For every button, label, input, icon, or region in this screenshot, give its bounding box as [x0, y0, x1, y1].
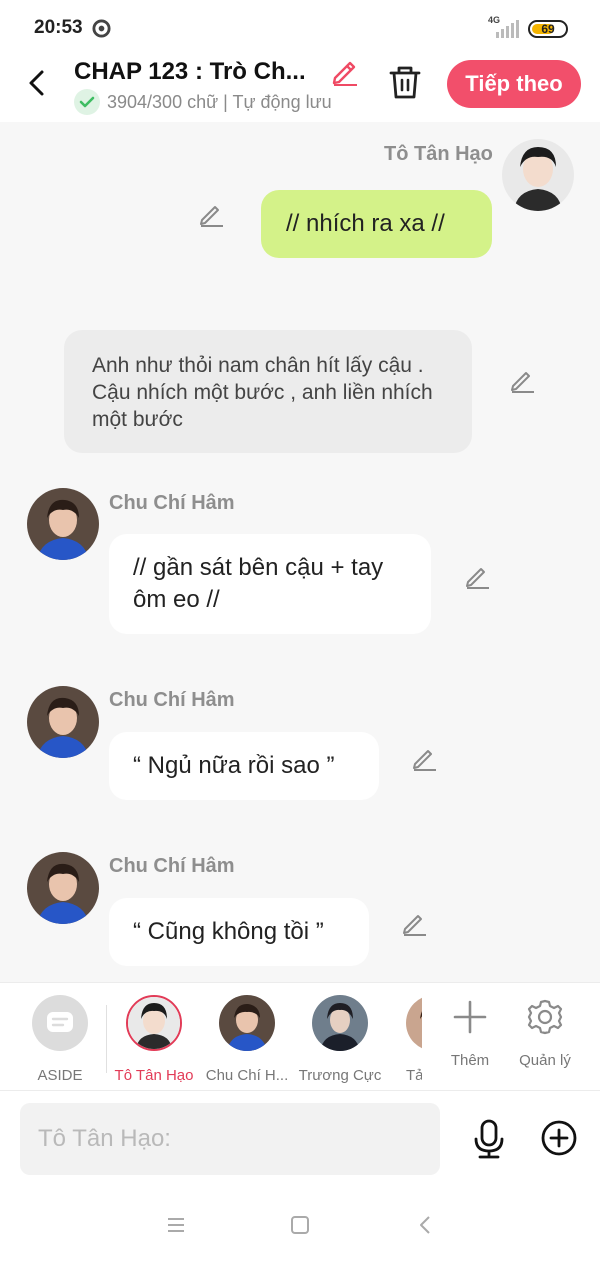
- next-button[interactable]: Tiếp theo: [447, 60, 581, 108]
- avatar: [126, 995, 182, 1051]
- word-count: 3904/300 chữ | Tự động lưu: [107, 92, 332, 112]
- speaker-name: Tô Tân Hạo: [384, 143, 493, 165]
- avatar[interactable]: [27, 852, 99, 924]
- divider: [106, 1005, 107, 1073]
- message-input[interactable]: [20, 1103, 440, 1175]
- character-label: ASIDE: [37, 1067, 83, 1084]
- character-aside[interactable]: ASIDE: [15, 995, 105, 1084]
- chapter-title[interactable]: CHAP 123 : Trò Ch...: [74, 58, 322, 86]
- battery-icon: 69: [528, 20, 568, 38]
- status-time: 20:53: [34, 17, 83, 38]
- speaker-name: Chu Chí Hâm: [109, 689, 235, 711]
- avatar[interactable]: [27, 488, 99, 560]
- gear-icon: [527, 999, 563, 1035]
- saved-check-icon: [74, 89, 100, 115]
- add-label: Thêm: [450, 1052, 490, 1069]
- chat-area[interactable]: Tô Tân Hạo // nhích ra xa // Anh như thỏ…: [0, 122, 600, 982]
- microphone-icon[interactable]: [470, 1119, 508, 1159]
- character-chu-chi-ham[interactable]: Chu Chí H...: [202, 995, 292, 1084]
- message-bubble[interactable]: // gần sát bên cậu + tay ôm eo //: [109, 534, 431, 634]
- edit-title-icon[interactable]: [330, 56, 360, 86]
- manage-label: Quản lý: [519, 1052, 571, 1069]
- battery-level: 69: [541, 22, 555, 36]
- avatar: [406, 995, 422, 1051]
- edit-message-icon[interactable]: [400, 909, 428, 937]
- status-bar: 20:53 4G 69: [0, 0, 600, 56]
- system-nav-bar: [0, 1188, 600, 1267]
- speaker-name: Chu Chí Hâm: [109, 855, 235, 877]
- aside-bubble[interactable]: Anh như thỏi nam chân hít lấy cậu . Cậu …: [64, 330, 472, 453]
- notification-icon: [92, 19, 111, 38]
- edit-message-icon[interactable]: [197, 200, 225, 228]
- avatar[interactable]: [27, 686, 99, 758]
- back-arrow-icon[interactable]: [26, 68, 48, 98]
- trash-icon[interactable]: [388, 64, 422, 100]
- character-bar: ASIDE Tô Tân Hạo Chu Chí H... Trương Cực…: [0, 982, 600, 1090]
- message-bubble[interactable]: “ Cũng không tồi ”: [109, 898, 369, 966]
- character-label: Tô Tân Hạo: [114, 1067, 194, 1084]
- signal-icon: [496, 20, 519, 38]
- character-label: Chu Chí H...: [205, 1067, 289, 1084]
- chat-bubble-icon: [32, 995, 88, 1051]
- editor-header: CHAP 123 : Trò Ch... 3904/300 chữ | Tự đ…: [0, 56, 600, 122]
- character-label: Tả: [406, 1067, 422, 1084]
- nav-back-icon[interactable]: [415, 1214, 437, 1236]
- avatar: [312, 995, 368, 1051]
- edit-message-icon[interactable]: [508, 366, 536, 394]
- speaker-name: Chu Chí Hâm: [109, 492, 235, 514]
- add-circle-icon[interactable]: [540, 1119, 578, 1157]
- manage-button[interactable]: Quản lý: [510, 995, 580, 1069]
- character-to-tan-hao[interactable]: Tô Tân Hạo: [109, 995, 199, 1084]
- avatar[interactable]: [502, 139, 574, 211]
- avatar: [219, 995, 275, 1051]
- edit-message-icon[interactable]: [463, 562, 491, 590]
- message-bubble[interactable]: // nhích ra xa //: [261, 190, 492, 258]
- character-truong-cuc[interactable]: Trương Cực: [295, 995, 385, 1084]
- add-character-button[interactable]: Thêm: [435, 995, 505, 1069]
- input-bar: [0, 1090, 600, 1188]
- message-bubble[interactable]: “ Ngủ nữa rồi sao ”: [109, 732, 379, 800]
- plus-icon: [453, 1000, 487, 1034]
- character-partial[interactable]: Tả: [400, 995, 422, 1085]
- edit-message-icon[interactable]: [410, 744, 438, 772]
- character-label: Trương Cực: [298, 1067, 382, 1084]
- home-icon[interactable]: [289, 1214, 311, 1236]
- menu-icon[interactable]: [165, 1214, 187, 1236]
